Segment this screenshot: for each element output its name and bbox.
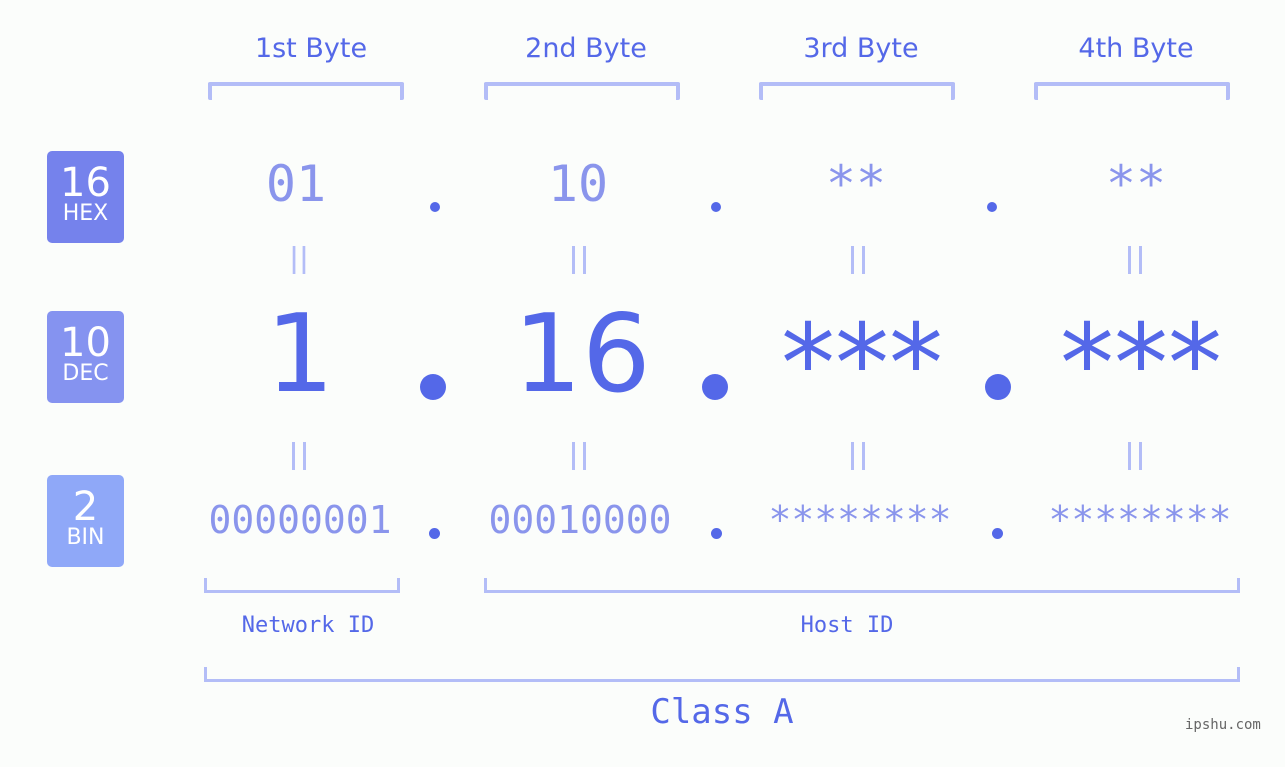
bin-byte-3: ******** <box>768 498 952 542</box>
dec-byte-2: 16 <box>513 292 651 417</box>
header-byte-4: 4th Byte <box>1078 33 1194 64</box>
hex-byte-2: 10 <box>547 155 609 213</box>
hex-byte-4: ** <box>1105 155 1167 213</box>
header-byte-2: 2nd Byte <box>525 33 647 64</box>
hex-badge: 16 HEX <box>47 151 124 243</box>
bin-byte-1: 00000001 <box>208 498 392 542</box>
hex-badge-number: 16 <box>60 160 111 206</box>
byte-3-bracket <box>759 82 955 100</box>
equals-icon <box>292 442 306 470</box>
hex-dot <box>711 202 721 212</box>
dec-dot <box>420 374 446 400</box>
dec-byte-1: 1 <box>265 292 335 417</box>
dec-badge-number: 10 <box>60 320 111 366</box>
header-byte-3: 3rd Byte <box>803 33 919 64</box>
hex-byte-3: ** <box>825 155 887 213</box>
bin-badge-number: 2 <box>72 484 99 530</box>
bin-badge-label: BIN <box>66 525 105 550</box>
host-id-bracket <box>484 578 1240 593</box>
equals-icon <box>1128 442 1142 470</box>
bin-byte-2: 00010000 <box>488 498 672 542</box>
dec-badge: 10 DEC <box>47 311 124 403</box>
header-byte-1: 1st Byte <box>254 33 368 64</box>
byte-1-bracket <box>208 82 404 100</box>
class-label: Class A <box>650 692 794 732</box>
network-id-label: Network ID <box>241 613 375 638</box>
hex-badge-label: HEX <box>62 201 109 226</box>
bin-dot <box>711 528 722 539</box>
class-bracket <box>204 667 1240 682</box>
byte-4-bracket <box>1034 82 1230 100</box>
hex-dot <box>430 202 440 212</box>
host-id-label: Host ID <box>800 613 894 638</box>
equals-icon <box>572 246 586 274</box>
bin-dot <box>429 528 440 539</box>
equals-icon <box>292 246 306 274</box>
byte-2-bracket <box>484 82 680 100</box>
equals-icon <box>851 246 865 274</box>
dec-byte-3: *** <box>781 302 943 427</box>
dec-dot <box>702 374 728 400</box>
hex-dot <box>987 202 997 212</box>
bin-dot <box>992 528 1003 539</box>
equals-icon <box>572 442 586 470</box>
dec-dot <box>985 374 1011 400</box>
bin-byte-4: ******** <box>1048 498 1232 542</box>
hex-byte-1: 01 <box>265 155 327 213</box>
dec-byte-4: *** <box>1060 302 1222 427</box>
watermark: ipshu.com <box>1185 717 1261 733</box>
network-id-bracket <box>204 578 400 593</box>
dec-badge-label: DEC <box>62 361 109 386</box>
equals-icon <box>1128 246 1142 274</box>
bin-badge: 2 BIN <box>47 475 124 567</box>
equals-icon <box>851 442 865 470</box>
